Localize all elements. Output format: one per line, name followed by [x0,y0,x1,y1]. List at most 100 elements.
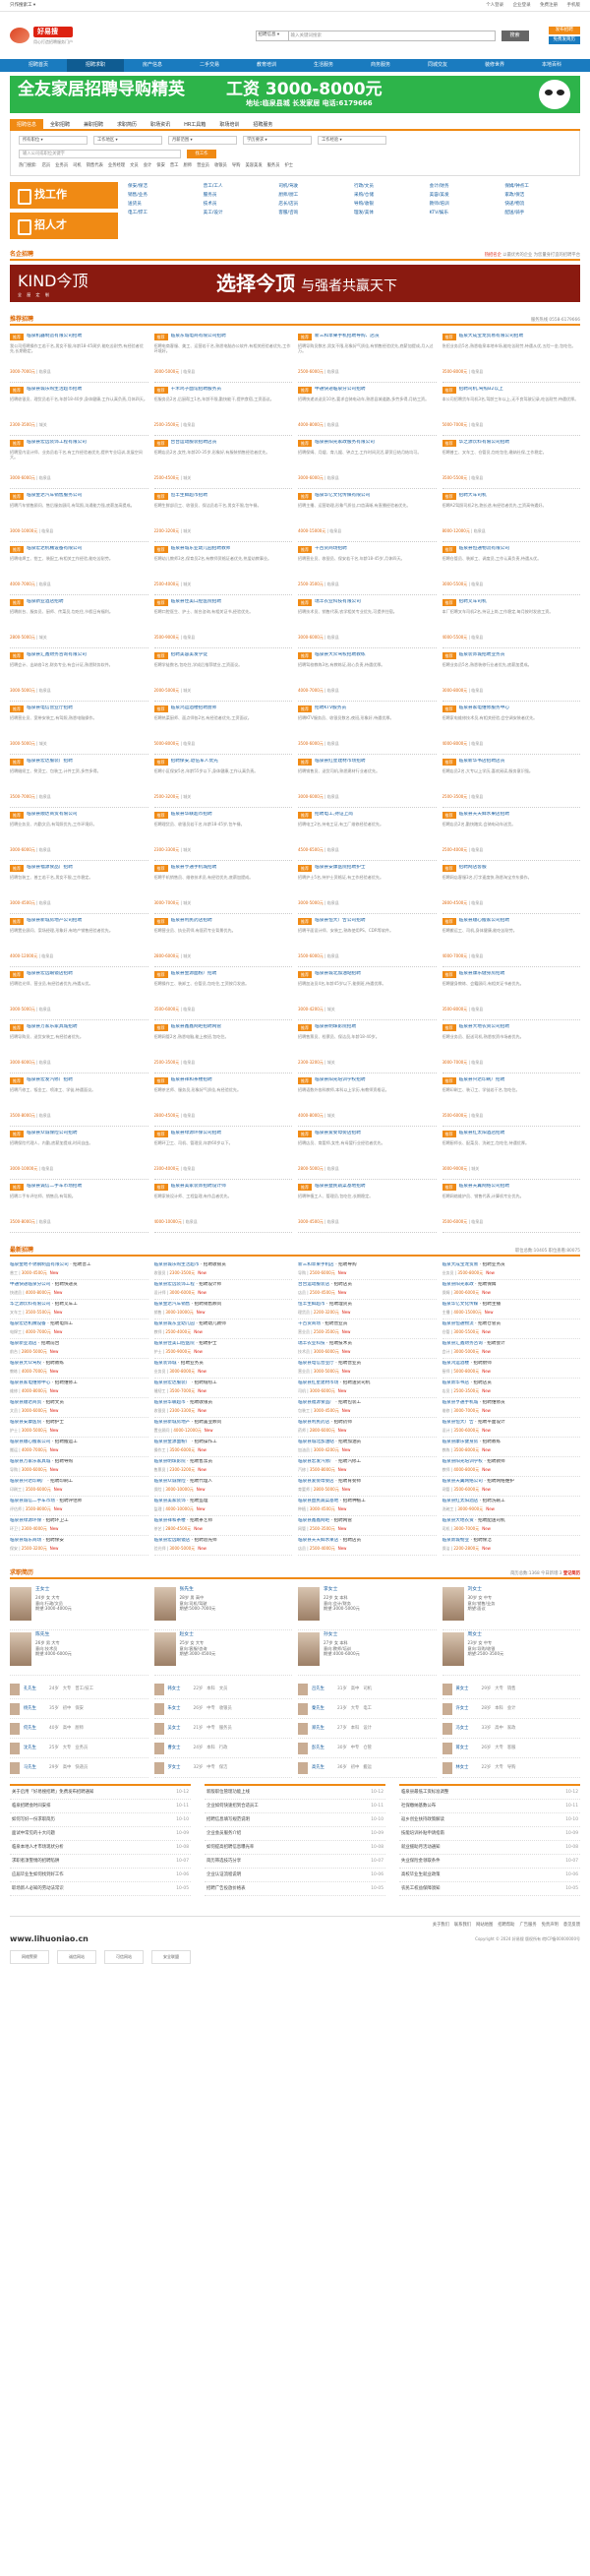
job-title[interactable]: 招聘网店客服 [459,865,487,871]
site-logo[interactable]: 好易搜 用心打造招聘服务门户 [10,26,73,44]
resume-name[interactable]: 马先生 [24,1765,45,1771]
category-link[interactable]: 普工/工人 [204,184,279,190]
article-title[interactable]: 临泉本地人才市场现状分析 [12,1841,64,1854]
job-title[interactable]: 招聘设计师 [199,1282,221,1287]
job-title[interactable]: 招聘售票员 [190,1459,212,1464]
job-title[interactable]: 招聘文员 [46,1400,64,1405]
resume-name[interactable]: 吕先生 [312,1687,333,1692]
article-title[interactable]: 企业如何快速招到合适员工 [206,1800,259,1812]
resume-row[interactable]: 冯女士 33岁 高中 家政 [442,1719,580,1739]
hot-search-link[interactable]: 服务员 [267,163,280,168]
job-title[interactable]: 招聘电焊工 [50,1321,73,1326]
job-title[interactable]: 招聘店员 [473,1380,491,1385]
company-link[interactable]: 临泉县宏远装饰工程 [154,1282,195,1287]
resume-name[interactable]: 黄女士 [456,1687,478,1692]
job-title[interactable]: 临泉县佳美口腔医院招聘 [171,599,222,605]
company-link[interactable]: 临泉县祥和茶楼 [154,1518,186,1523]
job-title[interactable]: 招聘大车司机 [459,493,487,499]
footer-link[interactable]: 意见反馈 [563,1923,580,1928]
company-link[interactable]: 临泉县佳美口腔医院 [154,1341,195,1346]
company-link[interactable]: 临泉县康乐健身房 [442,1440,479,1444]
job-title[interactable]: 临泉县绿源环保公司招聘 [171,1131,222,1136]
article-item[interactable]: 简历筛选技巧分享 10-07 [205,1855,385,1869]
tab-item[interactable]: 求职简历 [110,119,144,129]
resume-row[interactable]: 何先生 40岁 高中 厨师 [10,1719,148,1739]
job-title[interactable]: 招聘配送司机 [478,1518,505,1523]
resume-row[interactable]: 罗女士 32岁 中专 保洁 [153,1758,292,1778]
job-title[interactable]: 临泉县家电维修服务中心 [459,705,510,711]
category-link[interactable]: 快递/物流 [504,202,580,208]
resume-name[interactable]: 冯女士 [456,1726,478,1732]
job-title[interactable]: 招聘印刷工 [50,1479,73,1484]
job-title[interactable]: 临泉县天翼网络公司招聘 [459,1184,510,1190]
job-title[interactable]: 恒丰生鲜超市招聘 [171,493,208,499]
find-job-big-button[interactable]: 找工作 [10,182,118,209]
tab-item[interactable]: 职场资讯 [144,119,177,129]
article-item[interactable]: 临泉招聘会时间安排 10-11 [10,1800,191,1813]
job-title[interactable]: 招聘药师 [334,1420,352,1425]
nav-item[interactable]: 商务服务 [352,59,409,72]
hot-search-link[interactable]: 厨师 [183,163,192,168]
resume-name[interactable]: 孙女士 [324,1632,437,1638]
job-title[interactable]: 临泉县红太阳酒店招聘 [459,1131,505,1136]
company-link[interactable]: 临泉县城东亚幼儿园 [154,1321,195,1326]
article-item[interactable]: 就业援助月活动通知 10-08 [399,1841,580,1855]
category-link[interactable]: 采购/仓储 [354,193,430,199]
resume-name[interactable]: 张先生 [180,1587,293,1593]
company-link[interactable]: 临泉宏达机械设备 [10,1321,46,1326]
article-title[interactable]: 高校毕业生就业政策 [401,1869,441,1881]
article-item[interactable]: 职场新人必知的劳动法常识 10-05 [10,1882,191,1896]
job-title[interactable]: 临泉县电信营业厅招聘 [27,705,73,711]
category-link[interactable]: 配送/骑手 [504,211,580,216]
job-title[interactable]: 招聘汽修工 [338,1459,361,1464]
resume-row[interactable]: 蒋女士 26岁 大专 客服 [442,1739,580,1758]
top-link-personal-login[interactable]: 个人登录 [486,3,503,8]
category-link[interactable]: 理发/美体 [354,211,430,216]
nav-item[interactable]: 招聘求职 [67,59,124,72]
job-title[interactable]: 临泉县祥和茶楼招聘 [171,1077,212,1083]
article-item[interactable]: 应届毕业生如何找到好工作 10-06 [10,1869,191,1882]
hot-search-link[interactable]: 业务员 [55,163,68,168]
nav-item[interactable]: 装修世界 [466,59,523,72]
resume-row[interactable]: 郑先生 27岁 本科 设计 [298,1719,437,1739]
job-title[interactable]: 临泉县爱婴母婴店招聘 [315,1131,361,1136]
job-title[interactable]: 临泉宏达机械设备有限公司 [27,546,82,552]
tab-item[interactable]: 招聘服务 [246,119,279,129]
company-link[interactable]: 临泉县家电维修中心 [10,1380,50,1385]
article-item[interactable]: 返乡创业扶持政策解读 10-10 [399,1813,580,1827]
resume-name[interactable]: 孔先生 [24,1687,45,1692]
job-title[interactable]: 临泉县宏达服装厂招聘 [27,759,73,765]
job-title[interactable]: 临泉鸿运酒楼招聘厨师 [171,705,217,711]
article-title[interactable]: 求职者须警惕的招聘陷阱 [12,1855,59,1868]
top-link-company-login[interactable]: 企业登录 [513,3,531,8]
resume-card[interactable]: 赵女士 25岁 女 大专 意向:客服/咨询 期望:3000-4500元 [153,1630,292,1676]
keyword-input[interactable]: 输入公司或职位关键字 [19,150,181,158]
article-title[interactable]: 如何写好一份求职简历 [12,1813,55,1826]
category-link[interactable]: 司机/驾驶 [278,184,354,190]
job-title[interactable]: 招聘店员 [334,1282,352,1287]
category-link[interactable]: 保安/保洁 [128,184,204,190]
tab-item[interactable]: 招聘信息 [10,119,44,129]
article-item[interactable]: 求职者须警惕的招聘陷阱 10-07 [10,1855,191,1869]
company-link[interactable]: 临泉县金源面粉厂 [154,1440,191,1444]
job-title[interactable]: 临泉县众诚保险公司招聘 [27,1131,78,1136]
footer-link[interactable]: 招聘帮助 [498,1923,514,1928]
job-title[interactable]: 招聘维修工 [55,1380,78,1385]
job-title[interactable]: 招聘主播 [483,1302,501,1307]
article-item[interactable]: 失业保险金领取条件 10-07 [399,1855,580,1869]
nav-item[interactable]: 二手交易 [181,59,238,72]
resume-card[interactable]: 陈先生 26岁 男 大专 意向:技术员 期望:4000-6000元 [10,1630,148,1676]
job-title[interactable]: 临泉县城东亚幼儿园招聘教师 [171,546,231,552]
job-title[interactable]: 临泉金达汽车销售服务公司 [27,493,82,499]
find-talent-big-button[interactable]: 招人才 [10,213,118,239]
hot-search-link[interactable]: 普工 [170,163,179,168]
article-title[interactable]: 企业会员服务介绍 [206,1827,241,1840]
job-title[interactable]: 招聘美容美发学徒 [171,652,208,658]
job-title[interactable]: 招聘置业顾问 [195,1420,222,1425]
article-title[interactable]: 临泉招聘会时间安排 [12,1800,51,1812]
hot-companies-link[interactable]: 热招名企 [485,253,502,258]
resume-name[interactable]: 高先生 [312,1765,333,1771]
company-link[interactable]: 临泉县宏达服装厂 [154,1380,191,1385]
resume-name[interactable]: 周女士 [468,1632,581,1638]
job-title[interactable]: 招聘评估师 [59,1499,82,1503]
